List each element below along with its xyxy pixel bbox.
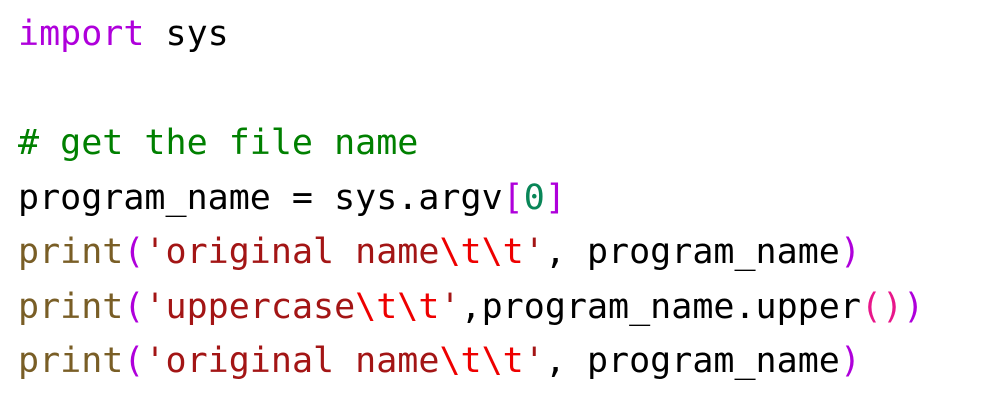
token-bracket_level1: ]	[544, 177, 566, 218]
code-editor[interactable]: import sys # get the file name program_nam…	[0, 0, 981, 400]
token-string: '	[439, 286, 461, 327]
code-line-4[interactable]: program_name = sys.argv[0]	[18, 171, 924, 226]
token-default: , program_name	[544, 232, 840, 272]
token-builtin: print	[18, 232, 124, 272]
token-bracket_level2: ()	[860, 286, 904, 327]
partially-visible-line	[18, 0, 578, 2]
token-default: , program_name	[544, 341, 840, 381]
token-bracket_level1: )	[839, 232, 861, 272]
token-bracket_level1: )	[903, 286, 925, 327]
token-keyword: import	[18, 14, 145, 54]
code-block[interactable]: import sys # get the file name program_nam…	[18, 7, 924, 389]
token-bracket_level1: (	[123, 286, 145, 327]
token-bracket_level1: (	[123, 232, 145, 272]
token-bracket_level1: [	[502, 177, 524, 218]
token-string: 'original name	[144, 341, 440, 381]
code-line-7[interactable]: print('original name\t\t', program_name)	[18, 334, 924, 389]
token-escape: \t\t	[439, 232, 524, 272]
token-comment: # get the file name	[18, 123, 419, 163]
token-number: 0	[523, 177, 545, 218]
code-line-2[interactable]	[18, 62, 924, 117]
token-string: 'original name	[144, 232, 440, 272]
token-bracket_level1: )	[839, 341, 861, 381]
token-escape: \t\t	[439, 341, 524, 381]
token-default: sys	[144, 14, 229, 54]
token-builtin: print	[18, 286, 124, 327]
code-line-5[interactable]: print('original name\t\t', program_name)	[18, 225, 924, 280]
token-string: 'uppercase	[144, 286, 356, 327]
token-string: '	[523, 341, 545, 381]
code-line-1[interactable]: import sys	[18, 7, 924, 62]
token-builtin: print	[18, 341, 124, 381]
token-default: program_name = sys.argv	[18, 177, 503, 218]
token-default: ,program_name.upper	[460, 286, 861, 327]
token-string: '	[523, 232, 545, 272]
code-line-6[interactable]: print('uppercase\t\t',program_name.upper…	[18, 280, 924, 335]
token-bracket_level1: (	[123, 341, 145, 381]
token-escape: \t\t	[355, 286, 440, 327]
code-line-3[interactable]: # get the file name	[18, 116, 924, 171]
